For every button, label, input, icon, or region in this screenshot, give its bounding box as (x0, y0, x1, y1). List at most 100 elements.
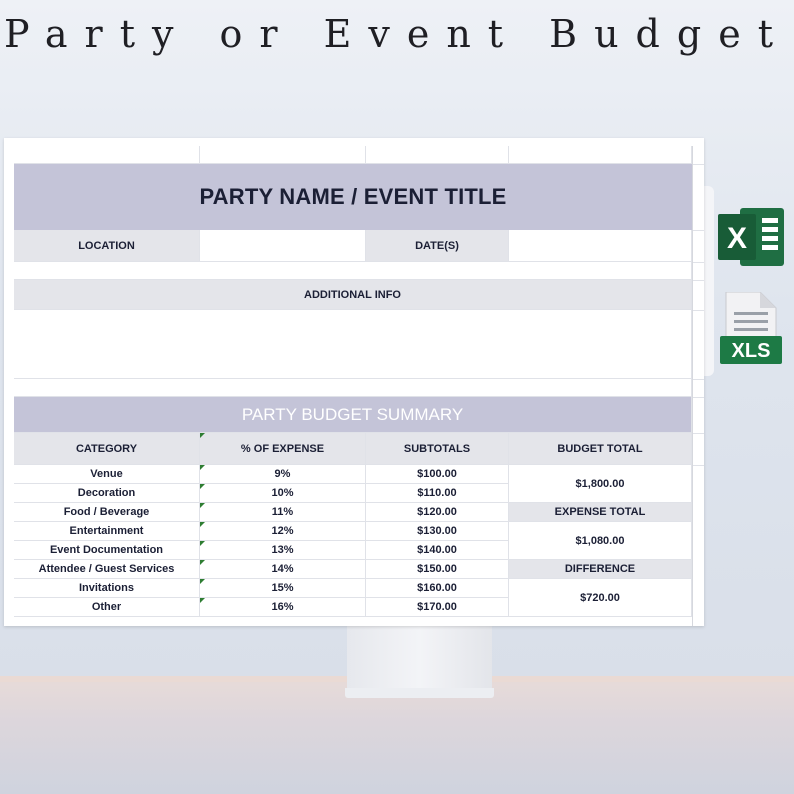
subtotal-cell[interactable]: $170.00 (366, 598, 509, 616)
table-row: Invitations 15% $160.00 (14, 579, 509, 598)
column-header-percent-label: % OF EXPENSE (240, 442, 325, 455)
difference-label: DIFFERENCE (509, 560, 692, 578)
table-row: Venue 9% $100.00 (14, 465, 509, 484)
cell-comment-marker (200, 541, 205, 546)
column-header-subtotals: SUBTOTALS (366, 433, 509, 464)
cell-comment-marker (200, 522, 205, 527)
percent-cell[interactable]: 15% (200, 579, 366, 597)
gridline (693, 379, 704, 380)
category-cell[interactable]: Entertainment (14, 522, 200, 540)
spreadsheet-grid: PARTY NAME / EVENT TITLE LOCATION DATE(S… (14, 146, 692, 617)
percent-value: 14% (271, 563, 294, 575)
table-row: Decoration 10% $110.00 (14, 484, 509, 503)
category-cell[interactable]: Event Documentation (14, 541, 200, 559)
empty-row (14, 146, 692, 164)
difference-value[interactable]: $720.00 (509, 579, 692, 616)
expense-total-label: EXPENSE TOTAL (509, 503, 692, 521)
event-title: PARTY NAME / EVENT TITLE (199, 184, 507, 209)
subtotal-cell[interactable]: $130.00 (366, 522, 509, 540)
location-input-cell[interactable] (200, 230, 366, 261)
additional-info-label: ADDITIONAL INFO (14, 280, 692, 309)
percent-cell[interactable]: 9% (200, 465, 366, 483)
percent-value: 10% (271, 487, 294, 499)
subtotal-cell[interactable]: $150.00 (366, 560, 509, 578)
table-row: Event Documentation 13% $140.00 (14, 541, 509, 560)
percent-cell[interactable]: 13% (200, 541, 366, 559)
location-label: LOCATION (14, 230, 200, 261)
cell-comment-marker (200, 598, 205, 603)
percent-cell[interactable]: 11% (200, 503, 366, 521)
empty-row (14, 262, 692, 280)
additional-info-area[interactable] (14, 310, 692, 379)
xls-file-icon: XLS (720, 291, 782, 371)
gridline (693, 310, 704, 311)
budget-table-body: Venue 9% $100.00 Decoration 10% $110.00 … (14, 465, 692, 617)
table-row: Entertainment 12% $130.00 (14, 522, 509, 541)
subtotal-cell[interactable]: $140.00 (366, 541, 509, 559)
expense-total-value[interactable]: $1,080.00 (509, 522, 692, 559)
percent-cell[interactable]: 16% (200, 598, 366, 616)
totals-row: DIFFERENCE (509, 560, 692, 579)
gridline (693, 433, 704, 434)
percent-value: 12% (271, 525, 294, 537)
additional-info-input-cell[interactable] (14, 310, 692, 378)
cell-comment-marker (200, 465, 205, 470)
additional-info-row: ADDITIONAL INFO (14, 280, 692, 310)
category-cell[interactable]: Other (14, 598, 200, 616)
cell[interactable] (366, 146, 509, 163)
cell-comment-marker (200, 503, 205, 508)
gridline (693, 280, 704, 281)
percent-cell[interactable]: 10% (200, 484, 366, 502)
cell[interactable] (200, 146, 366, 163)
gridline (693, 164, 704, 165)
totals-column: $1,800.00 EXPENSE TOTAL $1,080.00 DIFFER… (509, 465, 692, 617)
empty-row (14, 379, 692, 397)
summary-title-row: PARTY BUDGET SUMMARY (14, 397, 692, 433)
column-header-row: CATEGORY % OF EXPENSE SUBTOTALS BUDGET T… (14, 433, 692, 465)
dates-input-cell[interactable] (509, 230, 692, 261)
table-row: Food / Beverage 11% $120.00 (14, 503, 509, 522)
cell[interactable] (14, 379, 692, 396)
subtotal-cell[interactable]: $110.00 (366, 484, 509, 502)
table-row: Other 16% $170.00 (14, 598, 509, 617)
budget-total-value[interactable]: $1,800.00 (509, 465, 692, 502)
cell[interactable] (14, 146, 200, 163)
category-cell[interactable]: Invitations (14, 579, 200, 597)
percent-value: 9% (274, 468, 291, 480)
category-cell[interactable]: Attendee / Guest Services (14, 560, 200, 578)
category-cell[interactable]: Food / Beverage (14, 503, 200, 521)
cell-comment-marker (200, 579, 205, 584)
percent-value: 16% (271, 601, 294, 613)
percent-value: 15% (271, 582, 294, 594)
category-cell[interactable]: Decoration (14, 484, 200, 502)
spreadsheet-screen: PARTY NAME / EVENT TITLE LOCATION DATE(S… (4, 138, 704, 626)
subtotal-cell[interactable]: $160.00 (366, 579, 509, 597)
percent-cell[interactable]: 14% (200, 560, 366, 578)
percent-value: 13% (271, 544, 294, 556)
budget-rows: Venue 9% $100.00 Decoration 10% $110.00 … (14, 465, 509, 617)
column-header-percent: % OF EXPENSE (200, 433, 366, 464)
totals-row: EXPENSE TOTAL (509, 503, 692, 522)
totals-row: $720.00 (509, 579, 692, 617)
summary-title-cell: PARTY BUDGET SUMMARY (14, 397, 692, 432)
location-date-row: LOCATION DATE(S) (14, 230, 692, 262)
cell[interactable] (509, 146, 692, 163)
percent-cell[interactable]: 12% (200, 522, 366, 540)
subtotal-cell[interactable]: $100.00 (366, 465, 509, 483)
title-cell[interactable]: PARTY NAME / EVENT TITLE (14, 164, 692, 230)
cell-comment-marker (200, 560, 205, 565)
subtotal-cell[interactable]: $120.00 (366, 503, 509, 521)
excel-letter: X (727, 222, 747, 255)
gridline (693, 397, 704, 398)
percent-value: 11% (271, 506, 294, 518)
category-cell[interactable]: Venue (14, 465, 200, 483)
gridline (693, 262, 704, 263)
cell-comment-marker (200, 433, 205, 438)
cell-comment-marker (200, 484, 205, 489)
cell[interactable] (14, 262, 692, 279)
column-header-category: CATEGORY (14, 433, 200, 464)
extra-column-strip (692, 146, 704, 626)
totals-row: $1,800.00 (509, 465, 692, 503)
dates-label: DATE(S) (366, 230, 509, 261)
gridline (693, 465, 704, 466)
